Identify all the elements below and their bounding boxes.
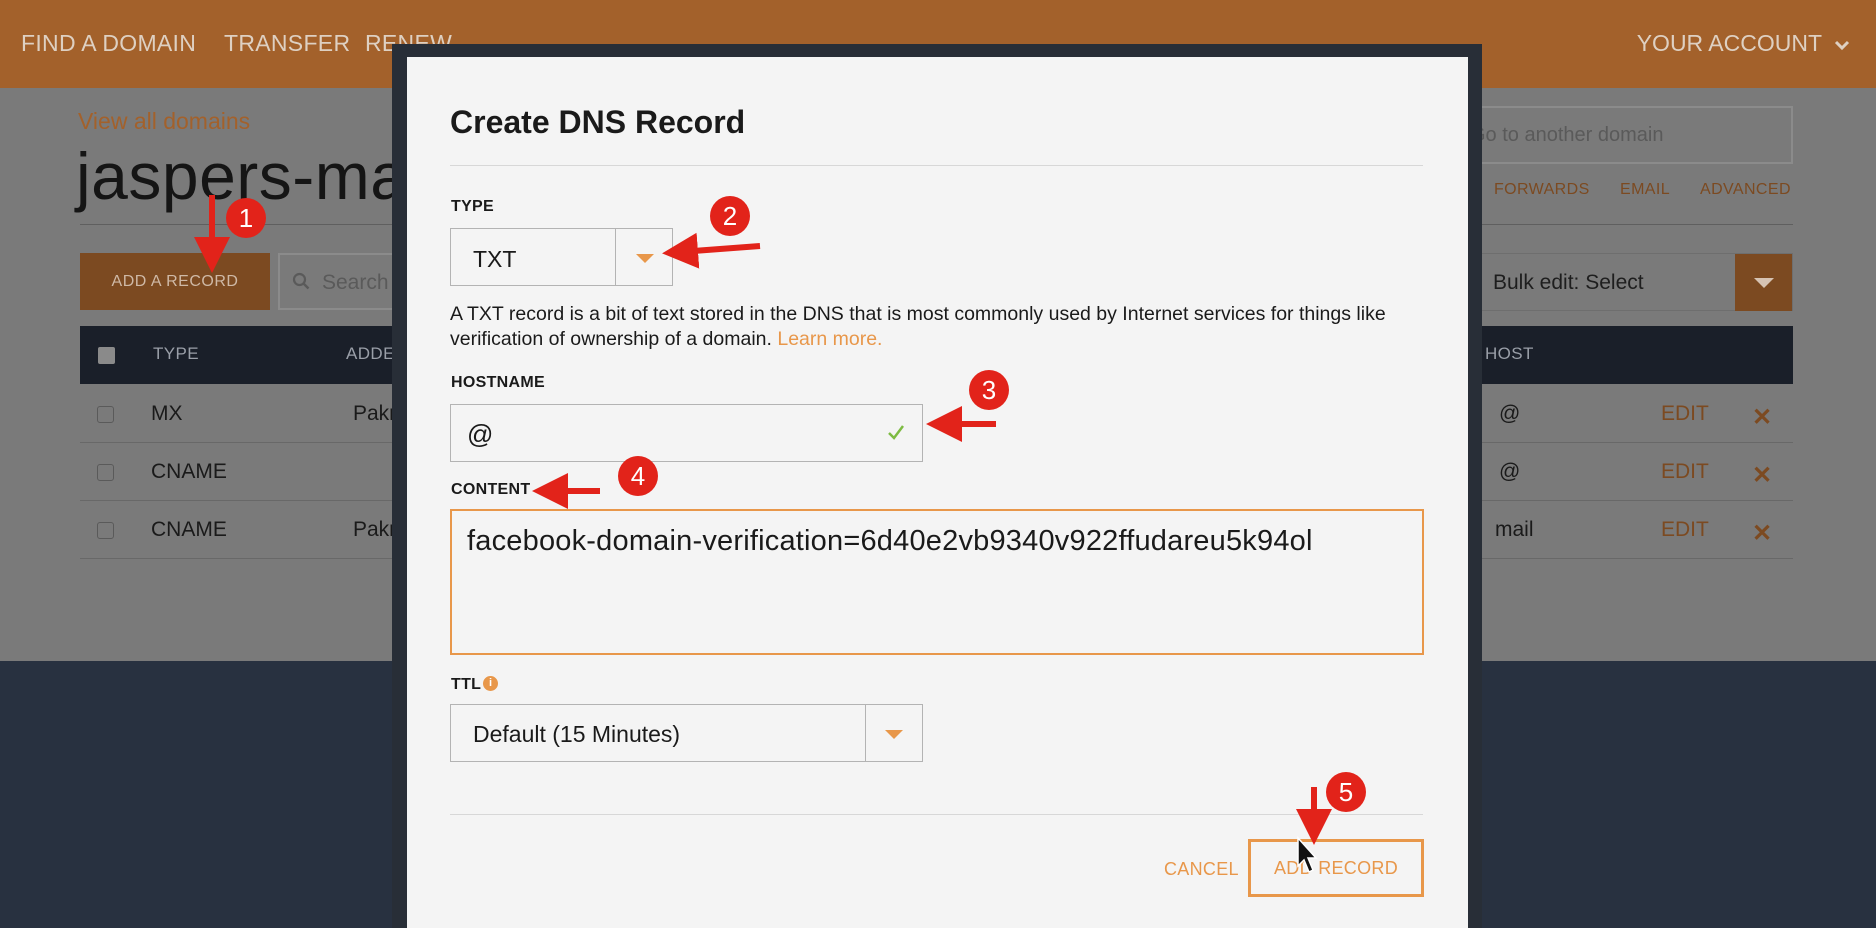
checkmark-icon (888, 425, 904, 440)
row-edit-button[interactable]: EDIT (1661, 460, 1709, 484)
hostname-label: HOSTNAME (451, 374, 545, 391)
create-dns-record-dialog: Create DNS Record TYPE TXT A TXT record … (407, 57, 1468, 928)
step-badge-4: 4 (618, 456, 658, 496)
content-value: facebook-domain-verification=6d40e2vb934… (467, 525, 1313, 557)
ttl-label: TTL (451, 676, 482, 693)
info-icon[interactable]: i (483, 676, 498, 691)
row-checkbox[interactable] (97, 464, 114, 481)
nav-find-domain[interactable]: FIND A DOMAIN (21, 30, 196, 57)
delete-icon[interactable]: ✕ (1752, 461, 1772, 490)
row-address: Pakr (353, 402, 397, 425)
step-badge-2: 2 (710, 196, 750, 236)
subnav-advanced[interactable]: ADVANCED (1700, 181, 1791, 199)
ttl-select[interactable]: Default (15 Minutes) (450, 704, 923, 762)
type-select[interactable]: TXT (450, 228, 673, 286)
row-type: CNAME (151, 518, 227, 541)
description-text: A TXT record is a bit of text stored in … (450, 303, 1386, 350)
row-type: MX (151, 402, 183, 425)
row-host: @ (1499, 460, 1521, 483)
delete-icon[interactable]: ✕ (1752, 403, 1772, 432)
content-textarea[interactable]: facebook-domain-verification=6d40e2vb934… (450, 509, 1424, 655)
caret-down-icon (1735, 254, 1792, 311)
content-label: CONTENT (451, 481, 531, 498)
row-edit-button[interactable]: EDIT (1661, 518, 1709, 542)
type-description: A TXT record is a bit of text stored in … (450, 302, 1430, 352)
search-placeholder: Search (322, 271, 389, 294)
add-a-record-button[interactable]: ADD A RECORD (80, 253, 270, 310)
add-record-button[interactable]: ADD RECORD (1248, 839, 1424, 897)
select-divider (615, 229, 616, 285)
col-type: TYPE (153, 344, 200, 363)
col-host: HOST (1485, 344, 1534, 363)
type-value: TXT (473, 246, 517, 272)
row-host: @ (1499, 402, 1521, 425)
search-icon (292, 272, 310, 290)
subnav-forwards[interactable]: FORWARDS (1494, 181, 1590, 199)
dialog-title: Create DNS Record (450, 104, 746, 140)
step-badge-1: 1 (226, 198, 266, 238)
select-all-checkbox[interactable] (98, 347, 115, 364)
view-all-domains-link[interactable]: View all domains (78, 108, 250, 135)
row-checkbox[interactable] (97, 406, 114, 423)
chevron-down-icon (1834, 40, 1850, 51)
step-badge-3: 3 (969, 370, 1009, 410)
row-edit-button[interactable]: EDIT (1661, 402, 1709, 426)
account-label: YOUR ACCOUNT (1636, 30, 1822, 56)
caret-down-icon[interactable] (636, 254, 654, 263)
nav-transfer[interactable]: TRANSFER (224, 30, 350, 57)
row-type: CNAME (151, 460, 227, 483)
bulk-edit-select[interactable]: Bulk edit: Select (1475, 253, 1793, 311)
row-address: Pakr (353, 518, 397, 541)
divider (450, 814, 1423, 815)
goto-domain-placeholder: Go to another domain (1470, 124, 1664, 146)
subnav-email[interactable]: EMAIL (1620, 181, 1670, 199)
row-host: mail (1495, 518, 1534, 541)
goto-domain-input[interactable]: Go to another domain (1440, 106, 1793, 164)
nav-your-account[interactable]: YOUR ACCOUNT (1637, 30, 1850, 57)
learn-more-link[interactable]: Learn more. (777, 328, 882, 350)
caret-down-icon[interactable] (885, 730, 903, 739)
select-divider (865, 705, 866, 761)
ttl-value: Default (15 Minutes) (473, 721, 681, 747)
row-checkbox[interactable] (97, 522, 114, 539)
delete-icon[interactable]: ✕ (1752, 519, 1772, 548)
col-address: ADDE (346, 344, 395, 363)
divider (450, 165, 1423, 166)
hostname-value: @ (467, 419, 494, 449)
step-badge-5: 5 (1326, 772, 1366, 812)
hostname-input[interactable]: @ (450, 404, 923, 462)
cancel-button[interactable]: CANCEL (1164, 859, 1239, 880)
bulk-edit-label: Bulk edit: Select (1493, 271, 1644, 294)
type-label: TYPE (451, 198, 494, 215)
